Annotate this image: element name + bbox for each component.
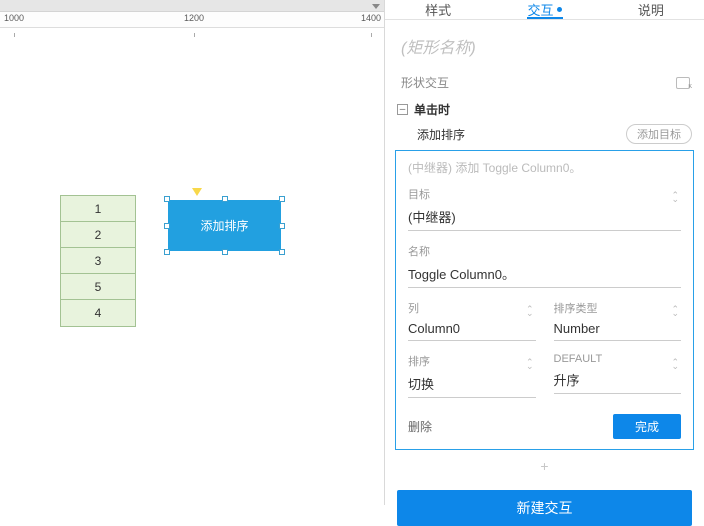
event-label: 单击时 [414,101,450,118]
field-label: 排序类型 [554,300,682,316]
ruler-horizontal: 1000 1200 1400 [0,12,384,28]
table-row: 4 [61,300,135,326]
resize-handle[interactable] [279,249,285,255]
field-label: 目标 [408,186,681,202]
button-label: 添加排序 [200,217,248,234]
repeater-widget[interactable]: 1 2 3 5 4 [60,195,136,327]
done-button[interactable]: 完成 [613,414,681,439]
field-label: 排序 [408,353,536,369]
interaction-editor-icon[interactable] [676,77,690,89]
ruler-tick: 1000 [4,13,24,23]
name-input[interactable]: Toggle Column0。 [408,261,681,288]
ruler-tick: 1200 [184,13,204,23]
config-description: (中继器) 添加 Toggle Column0。 [408,159,681,176]
footnote-marker-icon[interactable] [192,188,202,196]
selected-button-widget[interactable]: 添加排序 [168,200,281,251]
field-label: 列 [408,300,536,316]
field-target[interactable]: 目标 (中继器) [408,186,681,231]
canvas-toolbar[interactable] [0,0,384,12]
field-default[interactable]: DEFAULT 升序 [554,353,682,398]
collapse-toggle-icon[interactable]: – [397,104,408,115]
table-row: 1 [61,196,135,222]
action-label: 添加排序 [417,126,465,143]
action-add-sort[interactable]: 添加排序 添加目标 [385,122,704,150]
action-config-panel: (中继器) 添加 Toggle Column0。 目标 (中继器) 名称 Tog… [395,150,694,450]
resize-handle[interactable] [222,249,228,255]
field-name[interactable]: 名称 Toggle Column0。 [408,243,681,288]
order-select[interactable]: 切换 [408,371,536,398]
field-order[interactable]: 排序 切换 [408,353,536,398]
resize-handle[interactable] [164,249,170,255]
field-label: DEFAULT [554,353,682,365]
field-label: 名称 [408,243,681,259]
inspector-panel: 样式 交互 说明 (矩形名称) 形状交互 – 单击时 添加排序 添加目标 (中继… [384,0,704,505]
indicator-dot-icon [557,7,562,12]
section-shape-interactions: 形状交互 [385,68,704,97]
active-tab-underline [527,17,563,19]
inspector-tabs: 样式 交互 说明 [385,0,704,20]
new-interaction-button[interactable]: 新建交互 [397,490,692,526]
resize-handle[interactable] [222,196,228,202]
table-row: 3 [61,248,135,274]
delete-action-link[interactable]: 删除 [408,418,432,435]
table-row: 5 [61,274,135,300]
table-row: 2 [61,222,135,248]
column-select[interactable]: Column0 [408,318,536,341]
resize-handle[interactable] [279,196,285,202]
target-select[interactable]: (中继器) [408,204,681,231]
event-onclick[interactable]: – 单击时 [385,97,704,122]
add-action-button[interactable]: + [385,456,704,484]
tab-style[interactable]: 样式 [385,0,491,19]
add-target-button[interactable]: 添加目标 [626,124,692,144]
resize-handle[interactable] [279,223,285,229]
default-select[interactable]: 升序 [554,367,682,394]
ruler-tick: 1400 [361,13,381,23]
field-sort-type[interactable]: 排序类型 Number [554,300,682,341]
tab-notes[interactable]: 说明 [598,0,704,19]
shape-name-input[interactable]: (矩形名称) [385,20,704,68]
section-label: 形状交互 [401,74,449,91]
resize-handle[interactable] [164,223,170,229]
field-column[interactable]: 列 Column0 [408,300,536,341]
resize-handle[interactable] [164,196,170,202]
canvas-area[interactable]: 1000 1200 1400 1 2 3 5 4 添加排序 [0,0,384,505]
sorttype-select[interactable]: Number [554,318,682,341]
